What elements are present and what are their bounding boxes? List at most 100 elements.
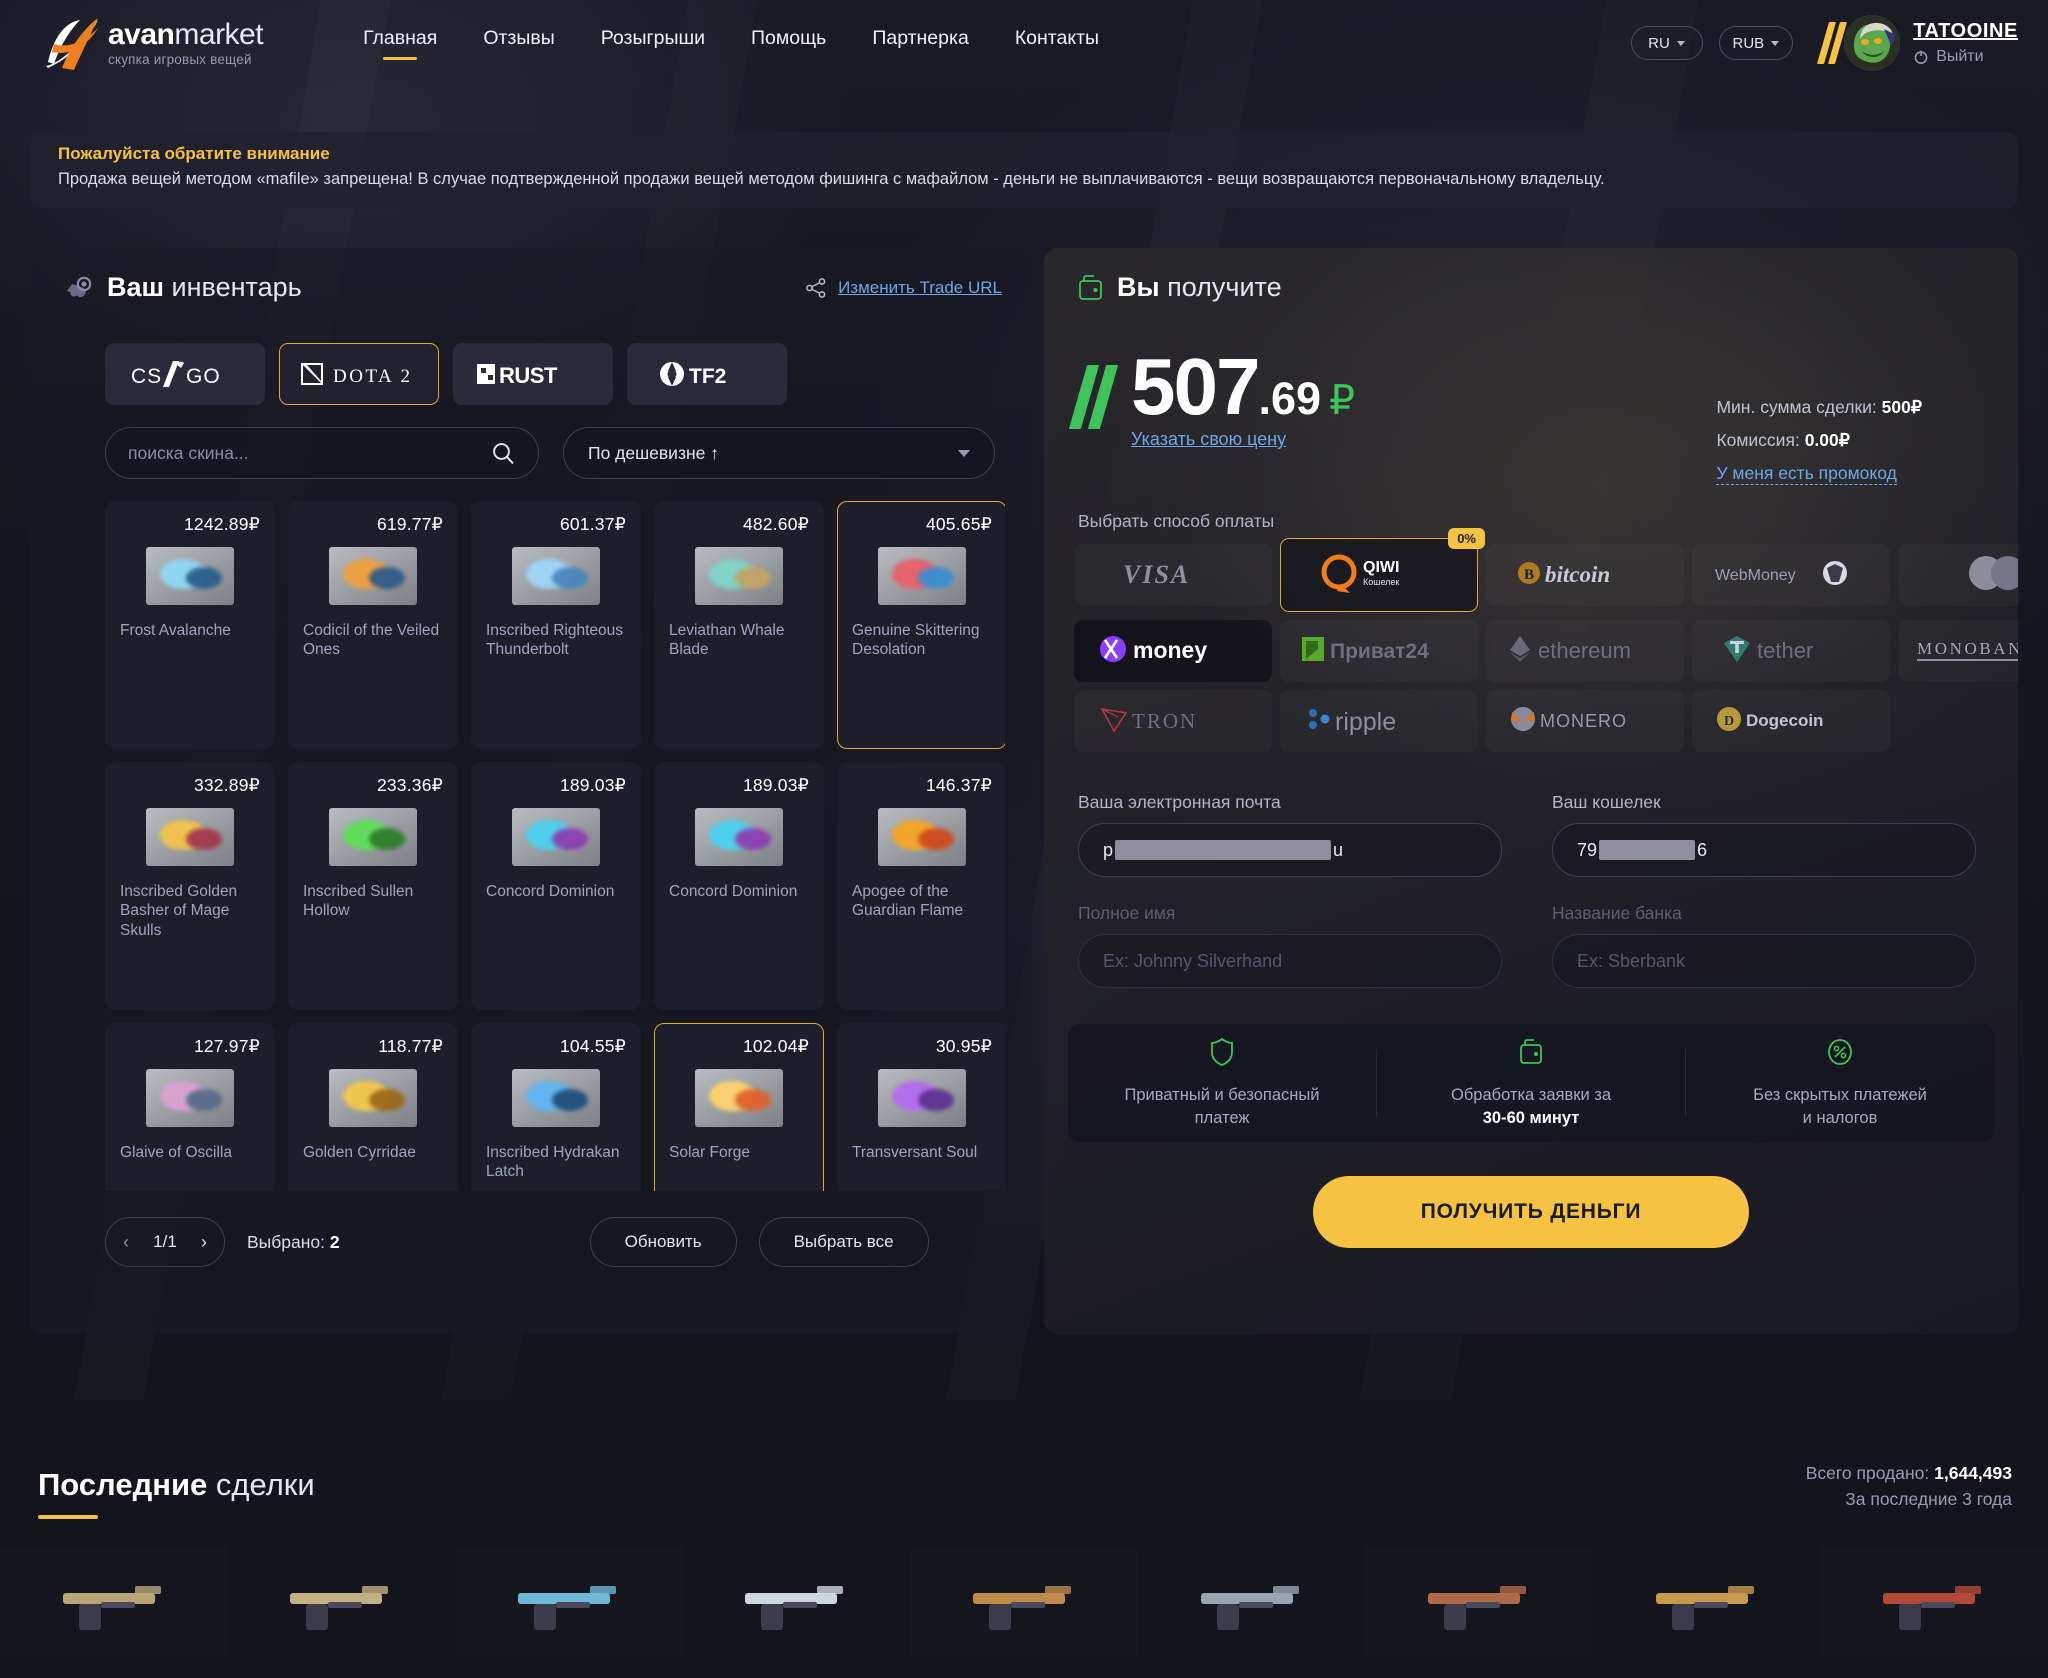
- custom-price-link[interactable]: Указать свою цену: [1131, 429, 1355, 450]
- svg-text:TRON: TRON: [1132, 709, 1197, 733]
- payment-method-yoomoney[interactable]: money: [1074, 620, 1272, 682]
- inventory-item[interactable]: 619.77₽ Codicil of the Veiled Ones: [288, 501, 458, 749]
- currency-value: RUB: [1732, 34, 1765, 52]
- logout-button[interactable]: Выйти: [1913, 48, 2018, 66]
- nav-item-help[interactable]: Помощь: [751, 27, 826, 60]
- last-deals-stats: Всего продано: 1,644,493 За последние 3 …: [1806, 1460, 2012, 1519]
- wallet-field[interactable]: 79 6: [1552, 823, 1976, 877]
- nav-item-home[interactable]: Главная: [363, 27, 437, 60]
- deal-weapon-item[interactable]: [910, 1547, 1138, 1657]
- privat24-logo-icon: Приват24: [1300, 633, 1458, 670]
- email-value-prefix: p: [1103, 839, 1114, 860]
- payment-method-privat24[interactable]: Приват24: [1280, 620, 1478, 682]
- game-tab-csgo[interactable]: CS GO: [105, 343, 265, 405]
- payment-method-ripple[interactable]: ripple: [1280, 690, 1478, 752]
- tron-logo-icon: TRON: [1098, 703, 1248, 740]
- search-box[interactable]: [105, 427, 539, 479]
- inventory-header: Ваш инвентарь Изменить Trade URL: [30, 248, 1032, 303]
- payment-method-monobank[interactable]: MONOBANK: [1898, 620, 2018, 682]
- selected-count: 2: [329, 1231, 340, 1252]
- svg-text:QIWI: QIWI: [1363, 559, 1399, 576]
- game-tab-tf2[interactable]: TF2: [627, 343, 787, 405]
- monobank-logo-icon: MONOBANK: [1915, 633, 2018, 670]
- deal-weapon-item[interactable]: [455, 1547, 683, 1657]
- steam-icon: [64, 273, 94, 303]
- refresh-button[interactable]: Обновить: [589, 1217, 737, 1267]
- inventory-item[interactable]: 146.37₽ Apogee of the Guardian Flame: [837, 762, 1005, 1010]
- email-field[interactable]: p u: [1078, 823, 1502, 877]
- payment-method-dogecoin[interactable]: D Dogecoin: [1692, 690, 1890, 752]
- item-price: 127.97₽: [193, 1036, 260, 1056]
- inventory-item[interactable]: 102.04₽ Solar Forge: [654, 1023, 824, 1191]
- payment-method-tron[interactable]: TRON: [1074, 690, 1272, 752]
- nav-item-partners[interactable]: Партнерка: [872, 27, 968, 60]
- inventory-item[interactable]: 233.36₽ Inscribed Sullen Hollow: [288, 762, 458, 1010]
- payout-meta: Мин. сумма сделки: 500₽ Комиссия: 0.00₽ …: [1716, 397, 1922, 485]
- deal-weapon-item[interactable]: [1593, 1547, 1821, 1657]
- deal-weapon-item[interactable]: [1138, 1547, 1366, 1657]
- payment-method-webmoney[interactable]: WebMoney: [1692, 544, 1890, 606]
- inventory-item[interactable]: 118.77₽ Golden Cyrridae: [288, 1023, 458, 1191]
- user-block: TATOOINE Выйти: [1817, 15, 2018, 71]
- change-trade-url-label[interactable]: Изменить Trade URL: [838, 278, 1002, 298]
- search-input[interactable]: [128, 442, 491, 464]
- svg-text:GO: GO: [186, 365, 221, 388]
- deal-weapon-item[interactable]: [228, 1547, 456, 1657]
- pagination: ‹ 1/1 ›: [105, 1217, 225, 1267]
- payment-method-monero[interactable]: MONERO: [1486, 690, 1684, 752]
- inventory-item[interactable]: 189.03₽ Concord Dominion: [471, 762, 641, 1010]
- bank-field[interactable]: Ex: Sberbank: [1552, 934, 1976, 988]
- select-all-button[interactable]: Выбрать все: [758, 1217, 929, 1267]
- last-deals-title-light: сделки: [215, 1466, 315, 1502]
- username[interactable]: TATOOINE: [1913, 20, 2018, 43]
- payment-method-mastercard[interactable]: [1898, 544, 2018, 606]
- item-price: 619.77₽: [376, 514, 443, 534]
- commission-label: Комиссия:: [1716, 430, 1800, 450]
- payment-method-bitcoin[interactable]: Bbitcoin: [1486, 544, 1684, 606]
- promocode-link[interactable]: У меня есть промокод: [1716, 463, 1897, 485]
- get-money-button[interactable]: ПОЛУЧИТЬ ДЕНЬГИ: [1313, 1176, 1749, 1248]
- inventory-item[interactable]: 1242.89₽ Frost Avalanche: [105, 501, 275, 749]
- prev-page-button[interactable]: ‹: [123, 1232, 129, 1253]
- item-price: 104.55₽: [559, 1036, 626, 1056]
- deal-weapon-item[interactable]: [1365, 1547, 1593, 1657]
- logout-label: Выйти: [1936, 47, 1984, 65]
- inventory-item[interactable]: 332.89₽ Inscribed Golden Basher of Mage S…: [105, 762, 275, 1010]
- nav-item-giveaways[interactable]: Розыгрыши: [601, 27, 705, 60]
- item-image: [878, 1069, 966, 1127]
- fullname-field[interactable]: Ex: Johnny Silverhand: [1078, 934, 1502, 988]
- change-trade-url-button[interactable]: Изменить Trade URL: [805, 277, 1002, 299]
- svg-text:ethereum: ethereum: [1538, 638, 1631, 663]
- inventory-item[interactable]: 601.37₽ Inscribed Righteous Thunderbolt: [471, 501, 641, 749]
- inventory-item[interactable]: 127.97₽ Glaive of Oscilla: [105, 1023, 275, 1191]
- next-page-button[interactable]: ›: [201, 1232, 207, 1253]
- inventory-item[interactable]: 104.55₽ Inscribed Hydrakan Latch: [471, 1023, 641, 1191]
- deal-weapon-item[interactable]: [0, 1547, 228, 1657]
- deal-weapon-item[interactable]: [683, 1547, 911, 1657]
- payment-method-tether[interactable]: tether: [1692, 620, 1890, 682]
- deal-weapon-item[interactable]: [1821, 1547, 2048, 1657]
- payment-method-ethereum[interactable]: ethereum: [1486, 620, 1684, 682]
- notice-banner: Пожалуйста обратите внимание Продажа вещ…: [30, 132, 2018, 208]
- inventory-item[interactable]: 30.95₽ Transversant Soul: [837, 1023, 1005, 1191]
- item-name: Transversant Soul: [852, 1144, 978, 1161]
- logo[interactable]: avanmarket скупка игровых вещей: [40, 14, 264, 72]
- item-name: Solar Forge: [669, 1144, 750, 1161]
- svg-text:Кошелек: Кошелек: [1363, 577, 1399, 587]
- game-tab-dota2[interactable]: DOTA 2: [279, 343, 439, 405]
- sort-dropdown[interactable]: По дешевизне ↑: [563, 427, 995, 479]
- nav-item-contacts[interactable]: Контакты: [1015, 27, 1099, 60]
- payment-method-visa[interactable]: VISA: [1074, 544, 1272, 606]
- payout-form: Ваша электронная почта p u Ваш кошелек 7…: [1044, 752, 2018, 988]
- inventory-item[interactable]: 189.03₽ Concord Dominion: [654, 762, 824, 1010]
- feature-no-fees-line1: Без скрытых платежей: [1753, 1086, 1927, 1105]
- language-selector[interactable]: RU: [1630, 26, 1703, 60]
- item-image: [512, 547, 600, 605]
- currency-selector[interactable]: RUB: [1718, 26, 1794, 60]
- inventory-item[interactable]: 482.60₽ Leviathan Whale Blade: [654, 501, 824, 749]
- payment-method-qiwi[interactable]: QIWI Кошелек 0%: [1280, 528, 1485, 612]
- inventory-item[interactable]: 405.65₽ Genuine Skittering Desolation: [837, 501, 1005, 749]
- nav-item-reviews[interactable]: Отзывы: [483, 27, 554, 60]
- avatar[interactable]: [1844, 15, 1901, 71]
- game-tab-rust[interactable]: RUST: [453, 343, 613, 405]
